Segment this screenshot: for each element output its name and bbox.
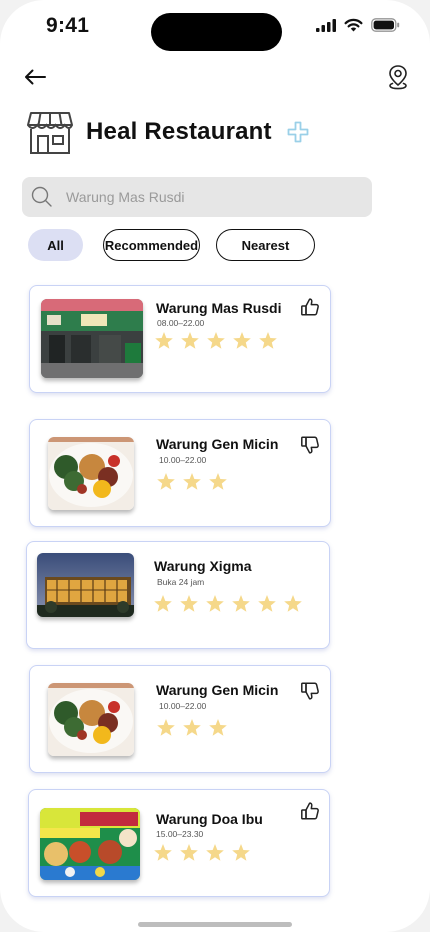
thumbs-up-icon[interactable]	[300, 801, 320, 821]
search-icon	[31, 186, 52, 207]
wifi-icon	[344, 18, 363, 32]
opening-hours: 10.00–22.00	[159, 701, 207, 711]
plus-icon[interactable]	[286, 120, 310, 144]
restaurant-photo	[40, 808, 140, 880]
opening-hours: 15.00–23.30	[156, 829, 204, 839]
star-rating	[156, 718, 228, 737]
status-bar: 9:41	[0, 0, 430, 56]
star-icon	[284, 595, 302, 612]
star-icon	[209, 719, 227, 736]
thumbs-up-icon[interactable]	[300, 297, 320, 317]
restaurant-name: Warung Gen Micin	[156, 682, 279, 698]
star-icon	[181, 332, 199, 349]
opening-hours: 08.00–22.00	[157, 318, 205, 328]
search-bar[interactable]	[22, 177, 372, 217]
restaurant-photo	[48, 683, 134, 756]
star-icon	[157, 719, 175, 736]
restaurant-card[interactable]: Warung Xigma Buka 24 jam	[26, 541, 330, 649]
page-title: Heal Restaurant	[86, 118, 272, 145]
restaurant-card[interactable]: Warung Gen Micin 10.00–22.00	[29, 419, 331, 527]
star-icon	[206, 844, 224, 861]
back-button[interactable]	[20, 64, 50, 90]
star-icon	[233, 332, 251, 349]
store-icon	[27, 112, 73, 154]
star-rating	[156, 472, 228, 491]
battery-icon	[371, 18, 400, 32]
star-icon	[206, 595, 224, 612]
thumbs-down-icon[interactable]	[300, 435, 320, 455]
star-icon	[258, 595, 276, 612]
star-rating	[154, 331, 278, 350]
dynamic-island	[151, 13, 282, 51]
phone-screen: 9:41 Heal Restaurant Warung Mas Rusdi Al…	[0, 0, 430, 932]
star-icon	[155, 332, 173, 349]
status-time: 9:41	[46, 14, 90, 37]
star-icon	[232, 844, 250, 861]
restaurant-photo	[48, 437, 134, 510]
star-icon	[157, 473, 175, 490]
opening-hours: Buka 24 jam	[157, 577, 205, 587]
thumbs-down-icon[interactable]	[300, 681, 320, 701]
signal-icon	[316, 18, 336, 32]
location-button[interactable]	[386, 64, 410, 92]
title-row: Heal Restaurant	[26, 108, 310, 156]
status-icons	[316, 17, 400, 33]
restaurant-name: Warung Doa Ibu	[156, 811, 263, 827]
home-indicator	[138, 922, 292, 927]
star-rating	[153, 594, 303, 613]
restaurant-name: Warung Gen Micin	[156, 436, 279, 452]
star-icon	[183, 719, 201, 736]
star-icon	[259, 332, 277, 349]
star-icon	[232, 595, 250, 612]
restaurant-card[interactable]: Warung Gen Micin 10.00–22.00	[29, 665, 331, 773]
star-icon	[209, 473, 227, 490]
restaurant-card[interactable]: Warung Doa Ibu 15.00–23.30	[28, 789, 330, 897]
filter-chip-recommended[interactable]: Recommended	[103, 229, 200, 261]
star-icon	[183, 473, 201, 490]
location-pin-icon	[389, 65, 407, 90]
star-icon	[207, 332, 225, 349]
star-icon	[154, 844, 172, 861]
star-icon	[180, 595, 198, 612]
filter-chip-nearest[interactable]: Nearest	[216, 229, 315, 261]
restaurant-photo	[37, 553, 134, 617]
star-icon	[154, 595, 172, 612]
opening-hours: 10.00–22.00	[159, 455, 207, 465]
filter-chip-all[interactable]: All	[28, 229, 83, 261]
restaurant-card[interactable]: Warung Mas Rusdi 08.00–22.00	[29, 285, 331, 393]
star-icon	[180, 844, 198, 861]
restaurant-name: Warung Mas Rusdi	[156, 300, 282, 316]
search-input[interactable]	[66, 189, 346, 205]
restaurant-photo	[41, 299, 143, 378]
restaurant-name: Warung Xigma	[154, 558, 252, 574]
arrow-left-icon	[25, 69, 46, 85]
star-rating	[153, 843, 251, 862]
